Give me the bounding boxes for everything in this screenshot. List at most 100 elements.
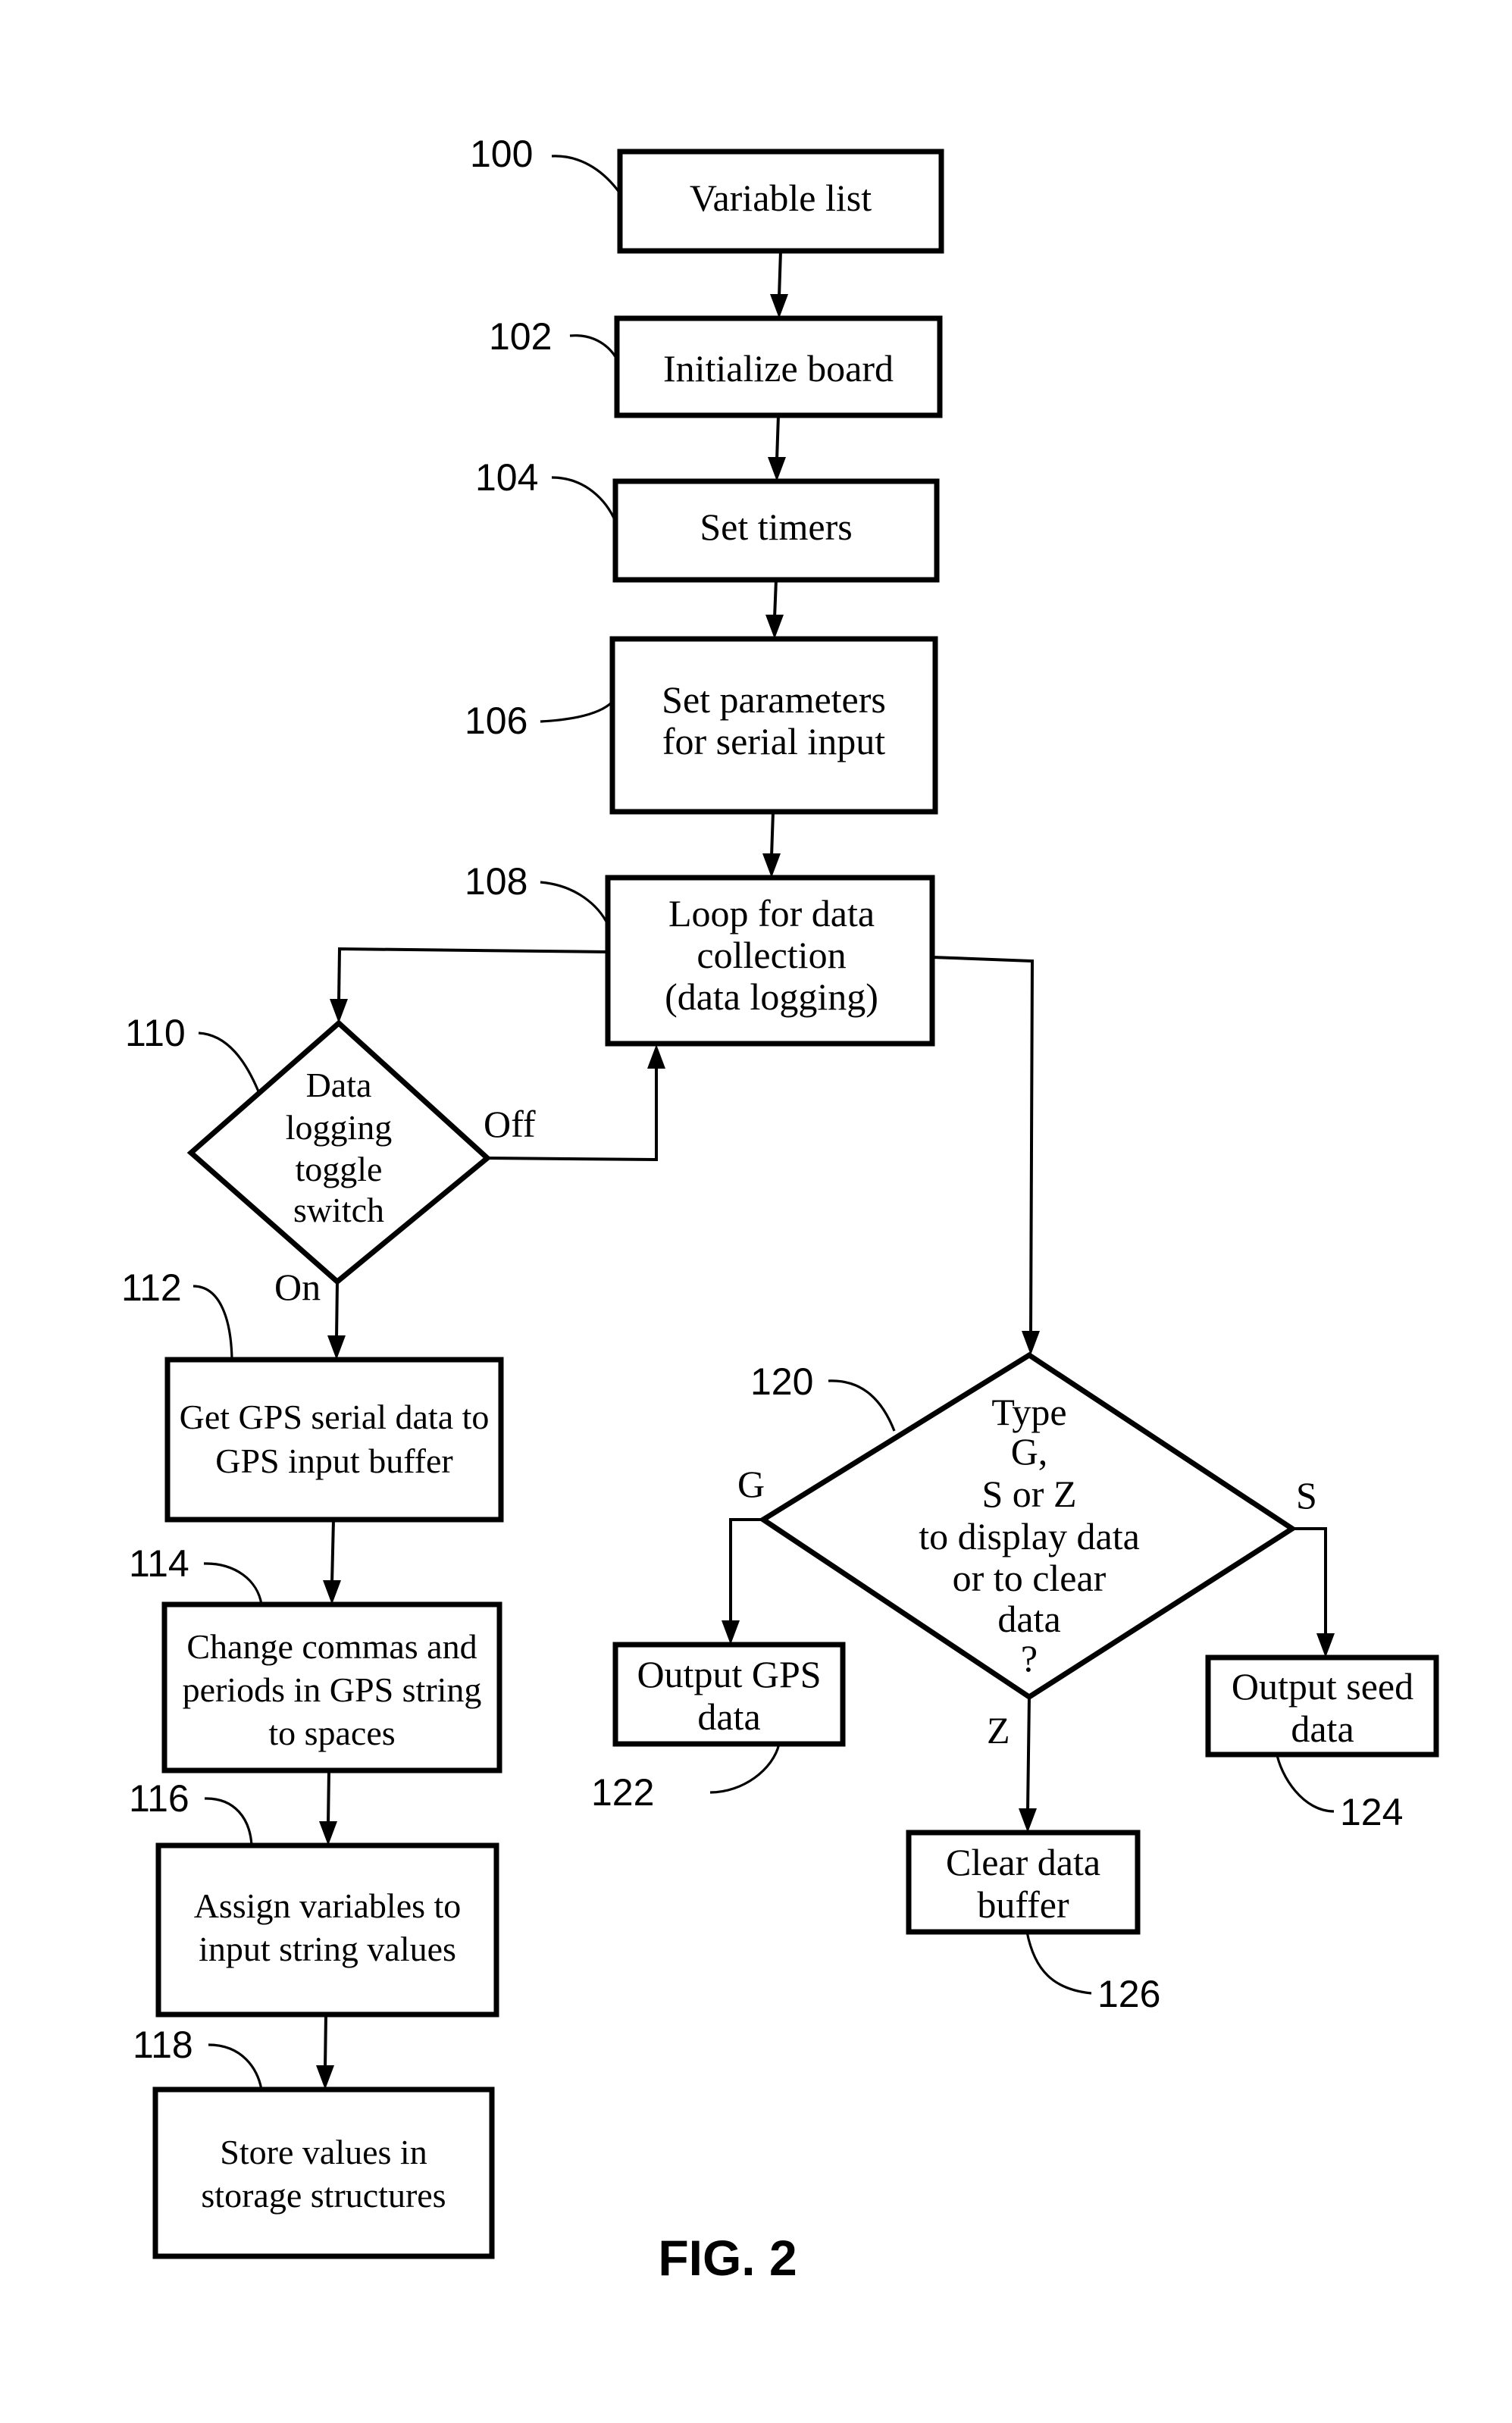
reference-number: 122: [591, 1771, 654, 1814]
node-text: collection: [697, 934, 846, 976]
reference-number: 112: [121, 1266, 182, 1309]
edge-label-off: Off: [484, 1103, 536, 1145]
arrowhead-icon: [1316, 1633, 1335, 1658]
node-124: Output seed data 124: [1205, 1654, 1439, 1833]
node-text: data: [697, 1695, 760, 1738]
node-text: Set timers: [700, 506, 852, 548]
node-text: Variable list: [690, 177, 872, 219]
reference-number: 106: [465, 700, 527, 742]
process-box: [152, 2086, 495, 2259]
node-text: to spaces: [268, 1714, 395, 1752]
flowchart-figure: Variable list 100 Initialize board 102 S…: [121, 133, 1439, 2286]
leader-120: [828, 1379, 896, 1432]
reference-number: 110: [125, 1012, 186, 1054]
node-text: toggle: [296, 1150, 383, 1188]
node-102: Initialize board 102: [489, 315, 943, 418]
reference-number: 108: [465, 860, 527, 903]
node-text: logging: [286, 1108, 393, 1147]
edge-label-g: G: [737, 1463, 765, 1505]
reference-number: 126: [1097, 1973, 1160, 2015]
reference-number: 104: [475, 456, 538, 499]
arrow-114-116: [327, 1770, 330, 1825]
arrowhead-icon: [762, 853, 781, 878]
leader-102: [569, 334, 618, 360]
arrowhead-icon: [647, 1044, 665, 1069]
arrow-112-114: [330, 1519, 335, 1584]
reference-number: 124: [1340, 1791, 1403, 1833]
arrowhead-icon: [1019, 1808, 1037, 1833]
leader-110: [198, 1031, 261, 1096]
node-text: data: [1291, 1708, 1354, 1750]
node-text: ?: [1021, 1637, 1038, 1680]
edge-label-z: Z: [987, 1709, 1010, 1752]
node-text: S or Z: [982, 1473, 1077, 1515]
node-text: periods in GPS string: [183, 1670, 482, 1709]
reference-number: 100: [470, 133, 533, 175]
arrow-108-110: [337, 947, 609, 1003]
arrow-100-102: [778, 250, 782, 298]
node-text: input string values: [199, 1930, 456, 1968]
node-122: Output GPS data 122: [591, 1642, 846, 1814]
arrow-108-120: [931, 956, 1035, 1335]
node-text: buffer: [977, 1883, 1069, 1926]
process-box: [164, 1357, 504, 1523]
node-text: Output seed: [1232, 1665, 1413, 1708]
node-106: Set parameters for serial input 106: [465, 636, 938, 815]
node-text: switch: [293, 1191, 384, 1229]
node-text: storage structures: [201, 2176, 446, 2215]
reference-number: 114: [129, 1542, 189, 1585]
reference-number: 102: [489, 315, 552, 358]
arrow-116-118: [324, 2014, 327, 2069]
reference-number: 120: [750, 1360, 813, 1403]
leader-116: [204, 1797, 253, 1846]
node-text: Get GPS serial data to: [180, 1398, 490, 1436]
node-126: Clear data buffer 126: [906, 1830, 1160, 2015]
edge-label-on: On: [274, 1266, 321, 1308]
edge-label-s: S: [1296, 1474, 1317, 1517]
arrow-120-z-126: [1026, 1696, 1031, 1812]
node-text: Clear data: [946, 1841, 1100, 1883]
node-text: G,: [1011, 1430, 1048, 1473]
arrowhead-icon: [765, 615, 784, 639]
node-text: Initialize board: [663, 347, 894, 390]
leader-122: [709, 1743, 781, 1794]
arrowhead-icon: [770, 294, 788, 318]
leader-106: [540, 700, 614, 723]
leader-114: [203, 1562, 263, 1605]
node-text: Change commas and: [186, 1627, 477, 1666]
node-118: Store values in storage structures 118: [133, 2024, 495, 2259]
arrowhead-icon: [319, 1821, 337, 1845]
arrowhead-icon: [327, 1335, 346, 1360]
node-text: to display data: [919, 1515, 1140, 1557]
node-text: data: [997, 1598, 1060, 1640]
node-text: Output GPS: [637, 1653, 821, 1695]
leader-100: [551, 155, 621, 194]
arrow-102-104: [775, 415, 780, 461]
node-text: Data: [306, 1066, 372, 1104]
node-text: GPS input buffer: [215, 1442, 453, 1480]
figure-caption: FIG. 2: [658, 2230, 797, 2286]
node-114: Change commas and periods in GPS string …: [129, 1542, 502, 1773]
arrowhead-icon: [722, 1620, 740, 1645]
node-text: (data logging): [665, 975, 878, 1018]
leader-104: [551, 476, 617, 522]
arrowhead-icon: [1022, 1331, 1040, 1355]
arrowhead-icon: [330, 999, 348, 1023]
arrow-106-108: [770, 811, 775, 857]
leader-124: [1275, 1751, 1335, 1813]
leader-126: [1025, 1931, 1092, 1995]
node-text: Type: [991, 1391, 1066, 1433]
node-104: Set timers 104: [475, 456, 940, 583]
leader-118: [208, 2043, 263, 2090]
node-110: Data logging toggle switch 110 Off On: [125, 1012, 536, 1308]
node-text: Set parameters: [662, 678, 886, 721]
leader-112: [193, 1285, 233, 1360]
leader-108: [540, 881, 609, 925]
arrow-120-s-124: [1292, 1527, 1327, 1636]
arrowhead-icon: [323, 1580, 341, 1604]
node-100: Variable list 100: [470, 133, 944, 254]
node-text: Assign variables to: [194, 1886, 462, 1925]
arrow-104-106: [773, 579, 778, 618]
arrowhead-icon: [316, 2065, 334, 2090]
node-text: for serial input: [662, 720, 885, 762]
